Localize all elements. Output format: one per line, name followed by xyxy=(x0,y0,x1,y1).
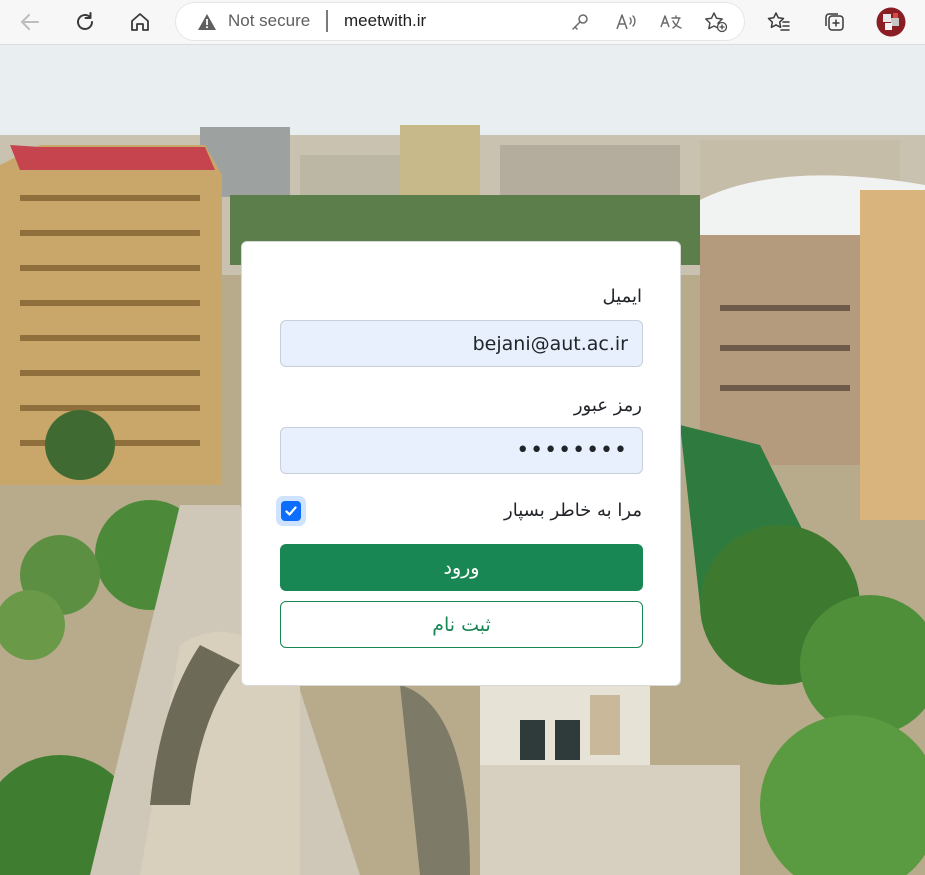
login-button[interactable]: ورود xyxy=(280,544,643,591)
checkbox-checked xyxy=(281,501,301,521)
warning-icon[interactable] xyxy=(197,12,217,32)
translate-button[interactable] xyxy=(659,10,683,34)
url-text[interactable]: meetwith.ir xyxy=(344,11,426,31)
address-bar[interactable]: Not secure meetwith.ir xyxy=(176,3,744,40)
profile-avatar-icon xyxy=(876,7,906,37)
remember-me-checkbox[interactable] xyxy=(276,496,306,526)
remember-me-label[interactable]: مرا به خاطر بسپار xyxy=(504,500,642,521)
key-icon xyxy=(572,14,588,30)
password-field[interactable]: •••••••• xyxy=(280,427,643,474)
browser-toolbar: Not secure meetwith.ir xyxy=(0,0,925,45)
home-icon xyxy=(131,13,149,31)
back-arrow-icon xyxy=(21,14,39,30)
read-aloud-icon xyxy=(616,14,636,30)
security-status-label[interactable]: Not secure xyxy=(228,11,310,31)
refresh-button[interactable] xyxy=(69,6,101,38)
checkmark-icon xyxy=(285,506,297,516)
email-field[interactable]: bejani@aut.ac.ir xyxy=(280,320,643,367)
favorites-button[interactable] xyxy=(763,6,795,38)
favorites-icon xyxy=(767,12,790,31)
add-favorite-button[interactable] xyxy=(704,10,728,34)
register-button[interactable]: ثبت نام xyxy=(280,601,643,648)
email-label: ایمیل xyxy=(602,286,642,307)
password-manager-button[interactable] xyxy=(568,10,592,34)
home-button[interactable] xyxy=(124,6,156,38)
translate-icon xyxy=(660,15,682,29)
profile-button[interactable] xyxy=(875,6,907,38)
address-separator xyxy=(326,10,328,32)
login-card: ایمیل bejani@aut.ac.ir رمز عبور ••••••••… xyxy=(241,241,681,686)
password-label: رمز عبور xyxy=(573,395,642,416)
refresh-icon xyxy=(77,12,93,30)
back-button[interactable] xyxy=(14,6,46,38)
collections-button[interactable] xyxy=(819,6,851,38)
read-aloud-button[interactable] xyxy=(614,10,638,34)
star-plus-icon xyxy=(705,12,728,33)
collections-icon xyxy=(825,13,844,31)
